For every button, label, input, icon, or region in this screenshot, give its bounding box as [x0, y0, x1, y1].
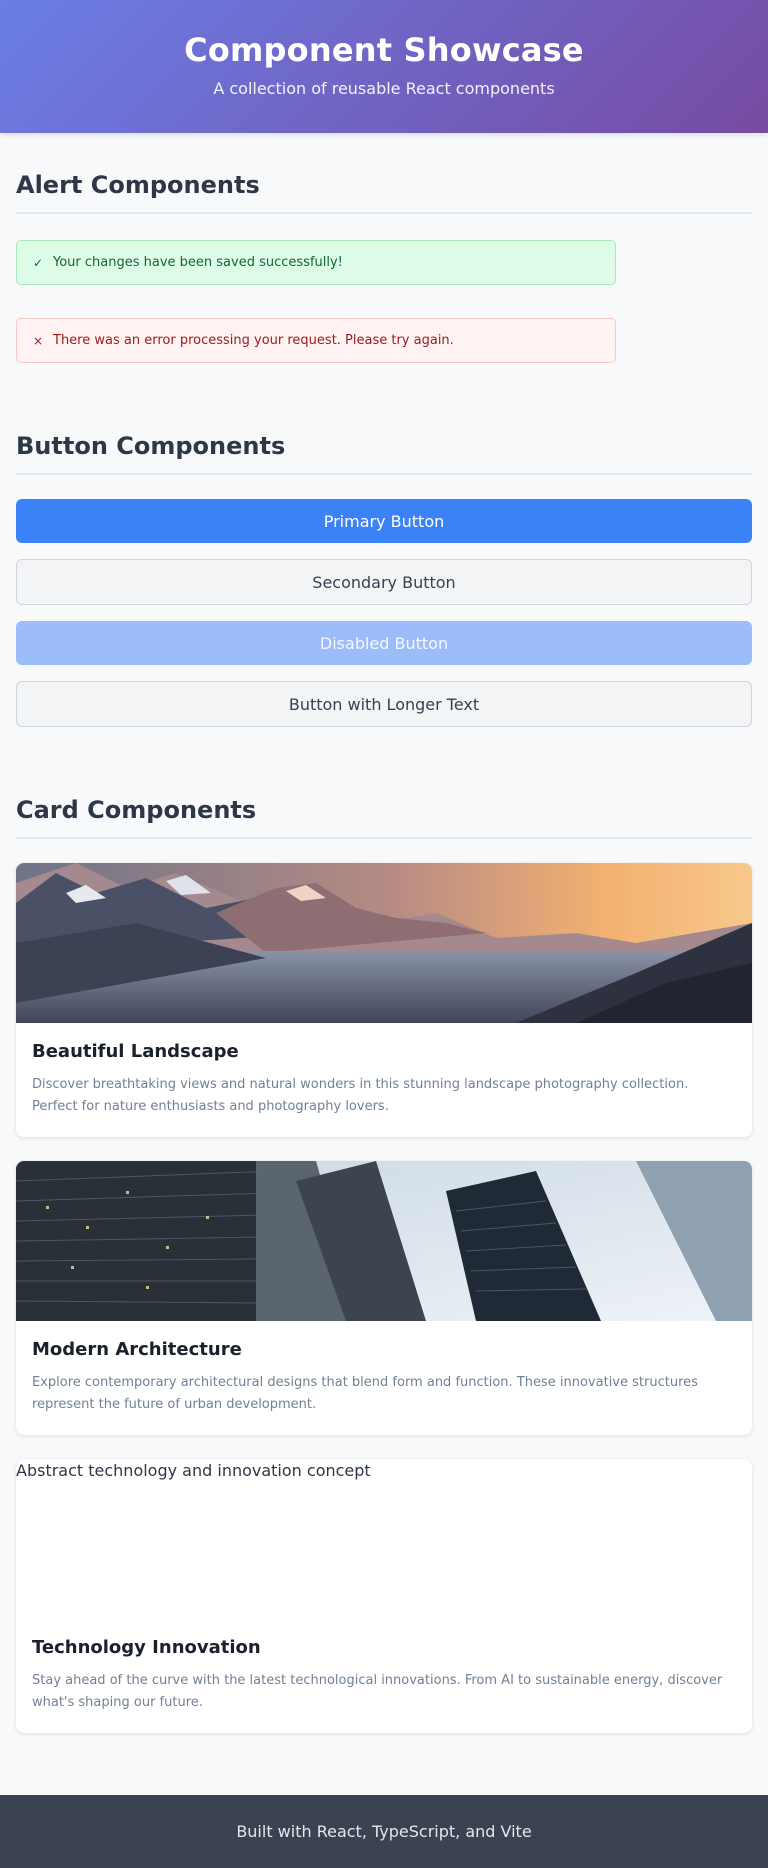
page-title: Component Showcase	[184, 31, 584, 69]
main-content: Alert Components ✓ Your changes have bee…	[0, 170, 768, 1733]
card-image-landscape	[16, 863, 752, 1023]
card-title: Beautiful Landscape	[32, 1041, 239, 1062]
card-body: Technology Innovation Stay ahead of the …	[16, 1619, 752, 1733]
card-body: Modern Architecture Explore contemporary…	[16, 1321, 752, 1435]
longer-text-button[interactable]: Button with Longer Text	[16, 681, 752, 727]
landscape-photo	[16, 863, 752, 1023]
cards-section: Card Components Beautiful Landscape Disc…	[16, 795, 752, 1733]
section-title-cards: Card Components	[16, 795, 752, 839]
architecture-photo	[16, 1161, 752, 1321]
page-header: Component Showcase A collection of reusa…	[0, 0, 768, 133]
card-title: Modern Architecture	[32, 1339, 242, 1360]
primary-button[interactable]: Primary Button	[16, 499, 752, 543]
page-subtitle: A collection of reusable React component…	[213, 79, 555, 98]
broken-image: Abstract technology and innovation conce…	[16, 1459, 752, 1619]
error-alert: × There was an error processing your req…	[16, 318, 616, 363]
card-landscape: Beautiful Landscape Discover breathtakin…	[16, 863, 752, 1137]
image-alt-text: Abstract technology and innovation conce…	[16, 1461, 371, 1480]
page-footer: Built with React, TypeScript, and Vite	[0, 1795, 768, 1868]
check-icon: ✓	[33, 255, 44, 270]
success-alert-text: Your changes have been saved successfull…	[53, 255, 343, 270]
card-description: Stay ahead of the curve with the latest …	[32, 1673, 723, 1710]
success-alert: ✓ Your changes have been saved successfu…	[16, 240, 616, 285]
footer-text: Built with React, TypeScript, and Vite	[236, 1822, 532, 1841]
card-architecture: Modern Architecture Explore contemporary…	[16, 1161, 752, 1435]
secondary-button[interactable]: Secondary Button	[16, 559, 752, 605]
error-alert-text: There was an error processing your reque…	[53, 333, 454, 348]
buttons-section: Button Components Primary Button Seconda…	[16, 431, 752, 727]
section-title-buttons: Button Components	[16, 431, 752, 475]
section-title-alerts: Alert Components	[16, 170, 752, 214]
card-description: Explore contemporary architectural desig…	[32, 1375, 698, 1412]
close-icon: ×	[33, 333, 44, 348]
card-body: Beautiful Landscape Discover breathtakin…	[16, 1023, 752, 1137]
card-title: Technology Innovation	[32, 1637, 261, 1658]
disabled-button: Disabled Button	[16, 621, 752, 665]
card-technology: Abstract technology and innovation conce…	[16, 1459, 752, 1733]
alerts-section: Alert Components ✓ Your changes have bee…	[16, 170, 752, 363]
card-image-architecture	[16, 1161, 752, 1321]
card-description: Discover breathtaking views and natural …	[32, 1077, 689, 1114]
